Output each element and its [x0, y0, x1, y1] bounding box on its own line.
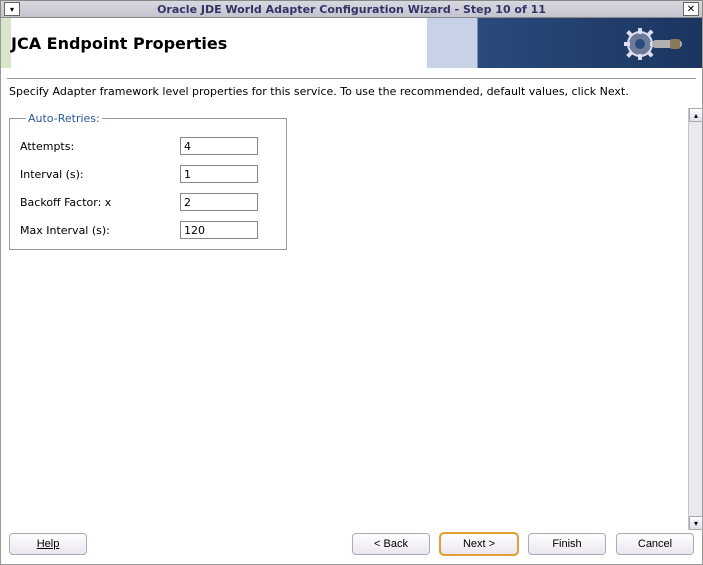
wizard-button-bar: Help < Back Next > Finish Cancel	[1, 530, 702, 564]
scroll-down-icon[interactable]: ▾	[689, 516, 703, 530]
auto-retries-legend: Auto-Retries:	[26, 112, 102, 125]
finish-button[interactable]: Finish	[528, 533, 606, 555]
cancel-button[interactable]: Cancel	[616, 533, 694, 555]
page-title: JCA Endpoint Properties	[11, 18, 427, 68]
help-button[interactable]: Help	[9, 533, 87, 555]
field-row-interval: Interval (s):	[20, 165, 276, 183]
window-body: JCA Endpoint Properties	[0, 18, 703, 565]
maxinterval-input[interactable]	[180, 221, 258, 239]
vertical-scrollbar[interactable]: ▴ ▾	[688, 108, 702, 530]
interval-label: Interval (s):	[20, 168, 180, 181]
close-icon[interactable]: ✕	[683, 2, 699, 16]
interval-input[interactable]	[180, 165, 258, 183]
backoff-label: Backoff Factor: x	[20, 196, 180, 209]
scroll-up-icon[interactable]: ▴	[689, 108, 703, 122]
page-description: Specify Adapter framework level properti…	[1, 85, 702, 108]
attempts-input[interactable]	[180, 137, 258, 155]
header-divider	[7, 78, 696, 79]
maxinterval-label: Max Interval (s):	[20, 224, 180, 237]
wizard-header: JCA Endpoint Properties	[1, 18, 702, 68]
content-area: Auto-Retries: Attempts: Interval (s): Ba…	[1, 108, 702, 530]
window-title: Oracle JDE World Adapter Configuration W…	[20, 3, 683, 16]
window-menu-dropdown[interactable]: ▾	[4, 2, 20, 16]
back-button[interactable]: < Back	[352, 533, 430, 555]
attempts-label: Attempts:	[20, 140, 180, 153]
field-row-maxinterval: Max Interval (s):	[20, 221, 276, 239]
field-row-backoff: Backoff Factor: x	[20, 193, 276, 211]
auto-retries-group: Auto-Retries: Attempts: Interval (s): Ba…	[9, 112, 287, 250]
next-button[interactable]: Next >	[440, 533, 518, 555]
backoff-input[interactable]	[180, 193, 258, 211]
gear-icon	[622, 26, 682, 65]
titlebar: ▾ Oracle JDE World Adapter Configuration…	[0, 0, 703, 18]
field-row-attempts: Attempts:	[20, 137, 276, 155]
